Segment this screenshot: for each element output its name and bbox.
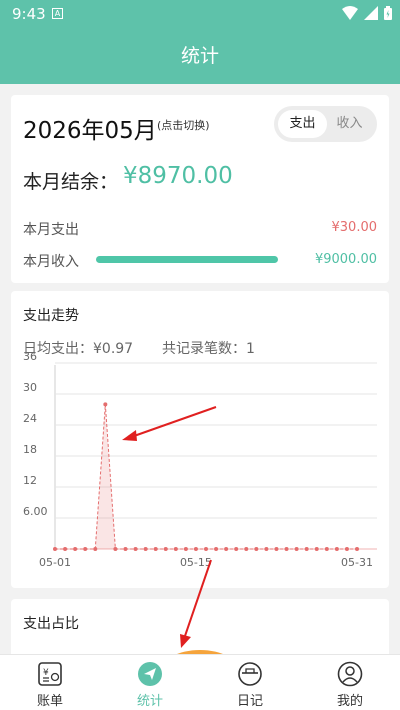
wifi-icon [342, 6, 358, 20]
status-icons [342, 6, 392, 20]
data-point [234, 547, 239, 551]
tab-stats[interactable]: 统计 [100, 655, 200, 710]
data-point [183, 547, 188, 551]
x-tick-label: 05-15 [180, 556, 212, 569]
data-point [314, 547, 319, 551]
data-point [163, 547, 168, 551]
expense-label: 本月支出 [23, 222, 79, 238]
data-point [173, 547, 178, 551]
svg-text:¥: ¥ [43, 668, 49, 678]
expense-trend-chart[interactable]: 6.00 12 18 24 30 36 05-01 05-15 05-31 [11, 291, 389, 588]
status-time: 9:43 [12, 5, 46, 23]
data-point [123, 547, 128, 551]
data-point [83, 547, 88, 551]
data-point [274, 547, 279, 551]
status-bar: 9:43 A [0, 0, 400, 28]
toggle-income[interactable]: 收入 [325, 110, 374, 138]
tab-label: 统计 [136, 694, 163, 709]
data-point [304, 547, 309, 551]
notebook-icon [238, 662, 262, 686]
expense-value: ¥30.00 [331, 220, 378, 235]
data-point [254, 547, 259, 551]
toggle-expense[interactable]: 支出 [278, 110, 327, 138]
y-tick-label: 36 [23, 350, 37, 363]
data-point [284, 547, 289, 551]
data-point [93, 547, 98, 551]
y-tick-label: 18 [23, 443, 37, 456]
data-point [334, 547, 339, 551]
notification-icon: A [52, 8, 63, 19]
data-point [73, 547, 78, 551]
tab-diary[interactable]: 日记 [200, 655, 300, 710]
user-icon [337, 661, 363, 687]
data-point [153, 547, 158, 551]
income-bar [96, 256, 278, 263]
data-point [143, 547, 148, 551]
data-point [113, 547, 118, 551]
y-tick-label: 6.00 [23, 505, 48, 518]
data-point [355, 547, 359, 551]
data-point [103, 402, 108, 407]
income-value: ¥9000.00 [314, 252, 377, 267]
data-point [133, 547, 138, 551]
data-point [324, 547, 329, 551]
data-point [214, 547, 219, 551]
month-selector[interactable]: 2026年05月 [23, 111, 157, 145]
page-title: 统计 [0, 28, 400, 84]
ledger-icon: ¥ [38, 662, 62, 686]
data-point [63, 547, 68, 551]
data-point [193, 547, 198, 551]
trend-card: 支出走势 日均支出：¥0.97 共记录笔数：1 6.00 12 18 24 30 36 05… [11, 291, 389, 588]
data-point [244, 547, 249, 551]
y-tick-label: 24 [23, 412, 37, 425]
summary-card: 2026年05月 (点击切换) 支出 收入 本月结余： ¥8970.00 本月支… [11, 95, 389, 283]
signal-icon [364, 6, 378, 20]
battery-icon [384, 6, 392, 20]
tab-label: 日记 [236, 694, 263, 709]
y-tick-label: 30 [23, 381, 37, 394]
send-icon [138, 662, 162, 686]
tab-bill[interactable]: ¥ 账单 [0, 655, 100, 710]
income-label: 本月收入 [23, 254, 79, 270]
type-toggle: 支出 收入 [274, 106, 377, 142]
tab-label: 我的 [336, 694, 363, 709]
data-point [344, 547, 349, 551]
x-tick-label: 05-01 [39, 556, 71, 569]
x-tick-label: 05-31 [341, 556, 373, 569]
y-tick-label: 12 [23, 474, 37, 487]
tab-mine[interactable]: 我的 [300, 655, 400, 710]
balance-value: ¥8970.00 [123, 163, 233, 189]
month-hint[interactable]: (点击切换) [157, 117, 210, 133]
data-point [294, 547, 299, 551]
ratio-title: 支出占比 [23, 616, 79, 632]
tab-label: 账单 [36, 694, 63, 709]
data-point [264, 547, 269, 551]
data-point [53, 547, 57, 551]
bottom-tab-bar: ¥ 账单 统计 日记 我的 [0, 654, 400, 710]
balance-label: 本月结余： [23, 171, 119, 193]
data-point [224, 547, 229, 551]
data-point [204, 547, 208, 551]
